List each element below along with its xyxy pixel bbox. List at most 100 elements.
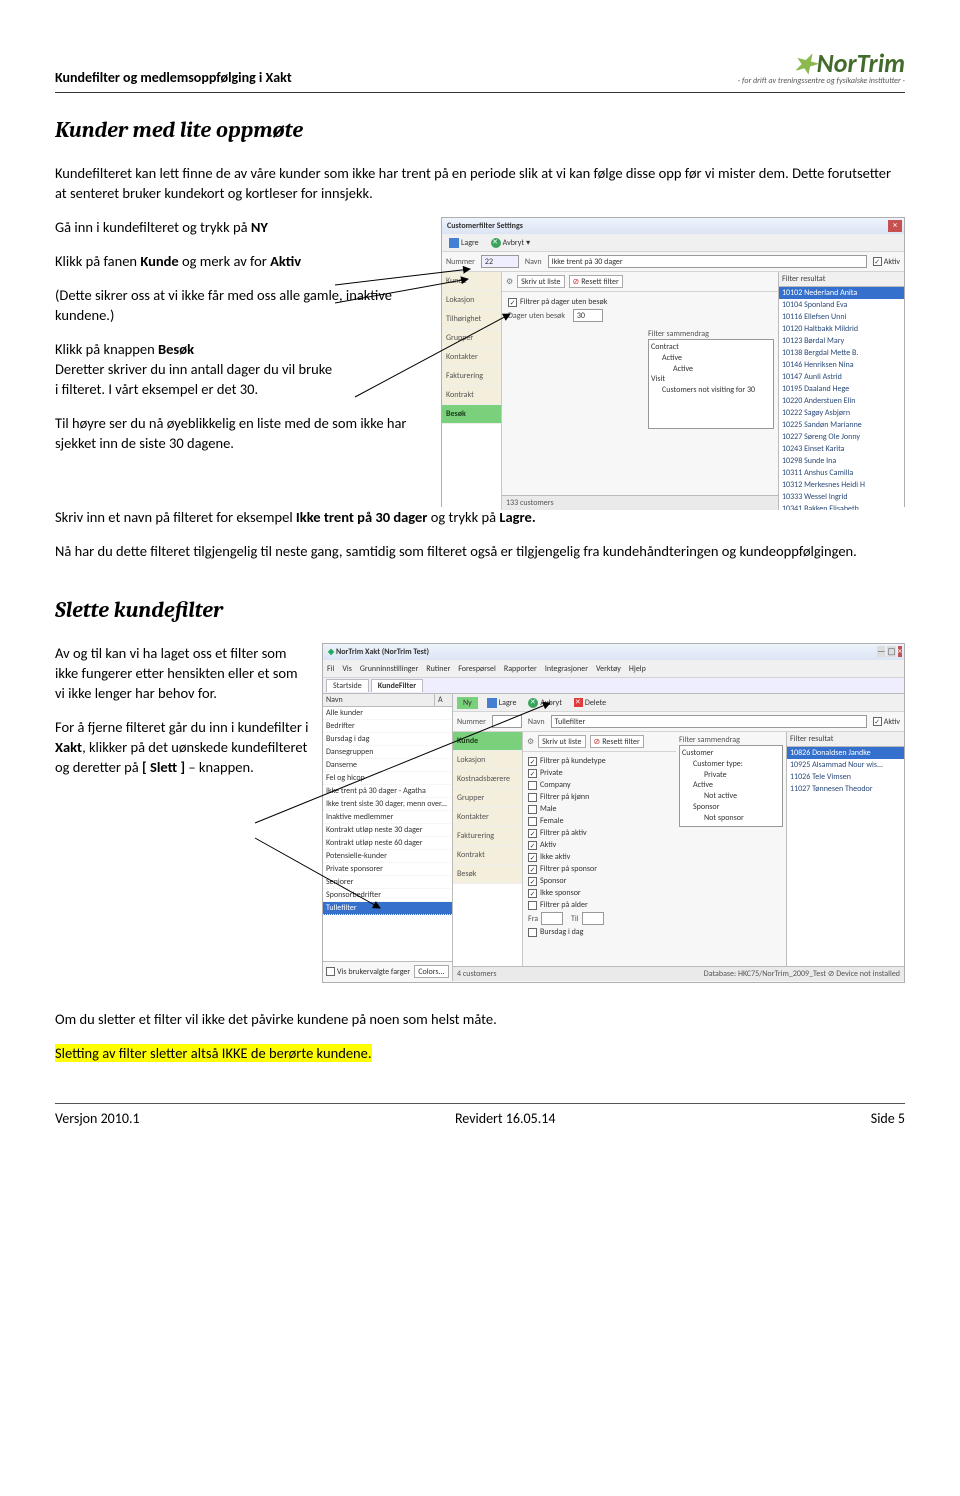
menu-vis[interactable]: Vis bbox=[342, 664, 352, 674]
opt-notsponsor[interactable]: Ikke sponsor bbox=[540, 888, 581, 898]
close-icon[interactable]: × bbox=[888, 220, 902, 232]
list-item[interactable]: Tullefilter bbox=[323, 902, 452, 915]
list-item[interactable]: 10925 Alsammad Nour wis... bbox=[787, 759, 904, 771]
sidetab-kontakter[interactable]: Kontakter bbox=[442, 348, 501, 367]
menu-rutiner[interactable]: Rutiner bbox=[426, 664, 450, 674]
save-button[interactable]: Lagre bbox=[446, 238, 482, 248]
opt-active[interactable]: Aktiv bbox=[540, 840, 556, 850]
opt-inactive[interactable]: Ikke aktiv bbox=[540, 852, 570, 862]
minimize-icon[interactable]: — bbox=[877, 646, 885, 657]
active-checkbox[interactable]: ✓Aktiv bbox=[873, 257, 900, 267]
list-item[interactable]: Sponsorbedrifter bbox=[323, 889, 452, 902]
maximize-icon[interactable]: ▢ bbox=[887, 646, 896, 657]
menu-foresporsel[interactable]: Forespørsel bbox=[458, 664, 496, 674]
reset-filter-button[interactable]: ⊘Resett filter bbox=[569, 275, 623, 288]
list-item[interactable]: 10195 Daaland Hege bbox=[779, 383, 904, 395]
usercolors-checkbox[interactable]: Vis brukervalgte farger bbox=[326, 967, 410, 977]
sidetab-besok[interactable]: Besøk bbox=[453, 865, 522, 884]
list-item[interactable]: Ikke trent siste 30 dager, menn over... bbox=[323, 798, 452, 811]
sidetab-fakturering[interactable]: Fakturering bbox=[453, 827, 522, 846]
list-item[interactable]: 10123 Børdal Mary bbox=[779, 335, 904, 347]
menu-grunn[interactable]: Grunninnstillinger bbox=[360, 664, 418, 674]
filter-sponsor-checkbox[interactable]: ✓Filtrer på sponsor bbox=[528, 863, 671, 875]
list-item[interactable]: Seniorer bbox=[323, 876, 452, 889]
filter-age-checkbox[interactable]: Filtrer på alder bbox=[528, 899, 671, 911]
opt-female[interactable]: Female bbox=[540, 816, 564, 826]
print-list-button[interactable]: Skriv ut liste bbox=[538, 735, 585, 748]
cancel-button[interactable]: Avbryt ▾ bbox=[488, 238, 533, 248]
list-item[interactable]: 10222 Sagøy Asbjørn bbox=[779, 407, 904, 419]
sidetab-kostnadsbaerere[interactable]: Kostnadsbærere bbox=[453, 770, 522, 789]
list-item[interactable]: Bedrifter bbox=[323, 720, 452, 733]
opt-sponsor[interactable]: Sponsor bbox=[540, 876, 566, 886]
list-item[interactable]: 11026 Tele Vimsen bbox=[787, 771, 904, 783]
results-list[interactable]: 10102 Nederland Anita 10104 Sponland Eva… bbox=[779, 287, 904, 510]
list-item[interactable]: 10120 Haltbakk Mildrid bbox=[779, 323, 904, 335]
filter-ctype-checkbox[interactable]: ✓Filtrer på kundetype bbox=[528, 755, 671, 767]
sidetab-kontrakt[interactable]: Kontrakt bbox=[442, 386, 501, 405]
opt-private[interactable]: Private bbox=[540, 768, 563, 778]
list-item[interactable]: 10312 Merkesnes Heidi H bbox=[779, 479, 904, 491]
menu-integrasjoner[interactable]: Integrasjoner bbox=[545, 664, 588, 674]
active-checkbox[interactable]: ✓Aktiv bbox=[873, 717, 900, 727]
list-item[interactable]: 10333 Wessel Ingrid bbox=[779, 491, 904, 503]
sidetab-grupper[interactable]: Grupper bbox=[453, 789, 522, 808]
menu-verktoy[interactable]: Verktøy bbox=[596, 664, 621, 674]
list-item[interactable]: 10826 Donaldsen Jandke bbox=[787, 747, 904, 759]
sidetab-kunde[interactable]: Kunde bbox=[453, 732, 522, 751]
list-item[interactable]: 11027 Tønnesen Theodor bbox=[787, 783, 904, 795]
list-item[interactable]: Private sponsorer bbox=[323, 863, 452, 876]
reset-filter-button[interactable]: ⊘Resett filter bbox=[590, 735, 644, 748]
list-item[interactable]: Potensielle-kunder bbox=[323, 850, 452, 863]
list-item[interactable]: 10311 Anshus Camilla bbox=[779, 467, 904, 479]
save-button[interactable]: Lagre bbox=[484, 698, 520, 708]
tab-startside[interactable]: Startside bbox=[326, 679, 369, 692]
list-item[interactable]: Ikke trent på 30 dager - Agatha bbox=[323, 785, 452, 798]
list-item[interactable]: 10220 Anderstuen Elin bbox=[779, 395, 904, 407]
age-from[interactable] bbox=[541, 912, 563, 925]
sidetab-besok[interactable]: Besøk bbox=[442, 405, 501, 424]
menu-rapporter[interactable]: Rapporter bbox=[504, 664, 537, 674]
list-item[interactable]: 10146 Henriksen Nina bbox=[779, 359, 904, 371]
list-item[interactable]: Kontrakt utløp neste 30 dager bbox=[323, 824, 452, 837]
days-input[interactable]: 30 bbox=[573, 309, 603, 322]
list-item[interactable]: Kontrakt utløp neste 60 dager bbox=[323, 837, 452, 850]
list-item[interactable]: 10341 Bakken Elisabeth bbox=[779, 503, 904, 510]
list-item[interactable]: 10227 Søreng Ole Jonny bbox=[779, 431, 904, 443]
filter-days-checkbox[interactable]: ✓Filtrer på dager uten besøk bbox=[508, 296, 772, 308]
age-to[interactable] bbox=[582, 912, 604, 925]
name-field[interactable]: Tullefilter bbox=[551, 715, 867, 728]
list-item[interactable]: 10243 Einset Karita bbox=[779, 443, 904, 455]
delete-button[interactable]: Delete bbox=[571, 698, 609, 708]
colors-button[interactable]: Colors... bbox=[414, 965, 448, 978]
sidetab-kontrakt[interactable]: Kontrakt bbox=[453, 846, 522, 865]
filter-active-checkbox[interactable]: ✓Filtrer på aktiv bbox=[528, 827, 671, 839]
number-field[interactable]: 22 bbox=[481, 255, 519, 268]
list-item[interactable]: 10298 Sunde Ina bbox=[779, 455, 904, 467]
list-item[interactable]: 10116 Ellefsen Unni bbox=[779, 311, 904, 323]
list-item[interactable]: Inaktive medlemmer bbox=[323, 811, 452, 824]
list-item[interactable]: Bursdag i dag bbox=[323, 733, 452, 746]
print-list-button[interactable]: Skriv ut liste bbox=[517, 275, 564, 288]
list-item[interactable]: Danserne bbox=[323, 759, 452, 772]
menu-hjelp[interactable]: Hjelp bbox=[629, 664, 646, 674]
results-list[interactable]: 10826 Donaldsen Jandke 10925 Alsammad No… bbox=[787, 747, 904, 966]
list-item[interactable]: 10138 Bergdal Mette B. bbox=[779, 347, 904, 359]
list-item[interactable]: Fel og hicop bbox=[323, 772, 452, 785]
sidetab-tilhorighet[interactable]: Tilhørighet bbox=[442, 310, 501, 329]
new-button[interactable]: Ny bbox=[457, 697, 478, 709]
filter-list[interactable]: Alle kunder Bedrifter Bursdag i dag Dans… bbox=[323, 707, 452, 961]
sidetab-fakturering[interactable]: Fakturering bbox=[442, 367, 501, 386]
list-item[interactable]: 10147 Aunli Astrid bbox=[779, 371, 904, 383]
list-item[interactable]: 10225 Sandøn Marianne bbox=[779, 419, 904, 431]
sidetab-lokasjon[interactable]: Lokasjon bbox=[442, 291, 501, 310]
menu-fil[interactable]: Fil bbox=[327, 664, 334, 674]
list-item[interactable]: Dansegruppen bbox=[323, 746, 452, 759]
filter-bday-checkbox[interactable]: Bursdag i dag bbox=[528, 926, 671, 938]
sidetab-lokasjon[interactable]: Lokasjon bbox=[453, 751, 522, 770]
list-item[interactable]: Alle kunder bbox=[323, 707, 452, 720]
tab-kundefilter[interactable]: KundeFilter bbox=[371, 679, 423, 692]
opt-male[interactable]: Male bbox=[540, 804, 557, 814]
close-icon[interactable]: × bbox=[898, 646, 902, 657]
number-field[interactable] bbox=[492, 715, 522, 728]
